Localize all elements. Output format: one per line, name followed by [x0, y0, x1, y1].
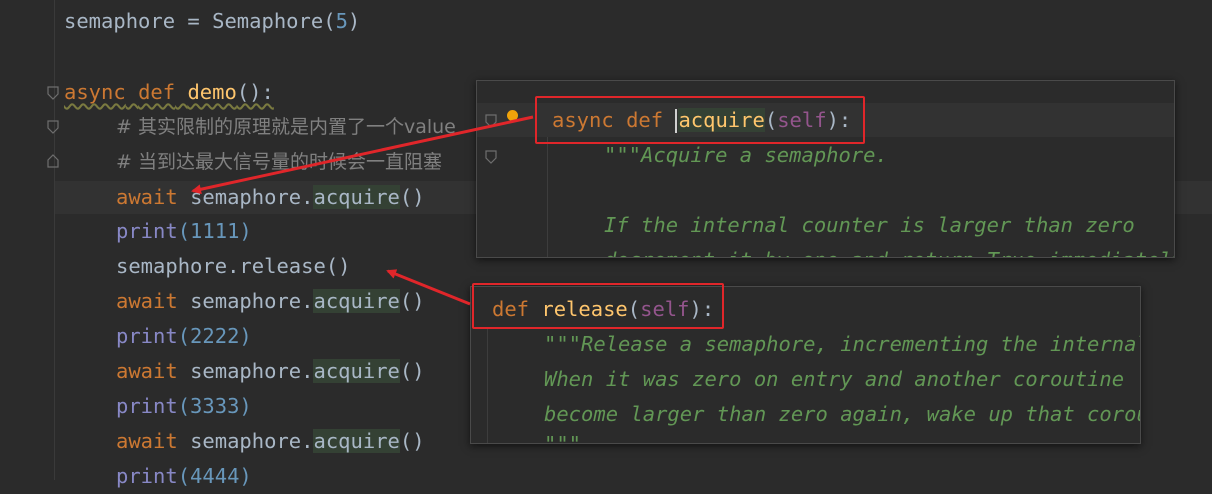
arrow-to-release: [386, 269, 471, 306]
annotation-arrows: [191, 115, 534, 306]
arrow-to-await-acquire: [191, 115, 534, 195]
